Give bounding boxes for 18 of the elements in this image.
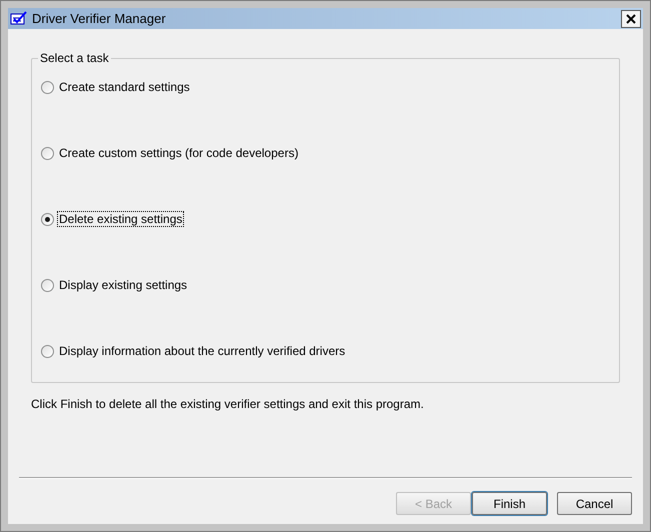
option-label[interactable]: Create custom settings (for code developers) [58, 146, 300, 160]
group-label: Select a task [38, 51, 111, 65]
window-title: Driver Verifier Manager [32, 10, 166, 28]
option-label[interactable]: Display existing settings [58, 278, 188, 292]
radio-button[interactable] [41, 146, 54, 160]
checklist-icon [10, 11, 27, 26]
dialog-button[interactable]: Cancel [557, 492, 632, 515]
dialog-button[interactable]: Finish [472, 492, 547, 515]
radio-button[interactable] [41, 212, 54, 226]
radio-button[interactable] [41, 344, 54, 358]
status-text: Click Finish to delete all the existing verifier settings and exit this program. [31, 396, 425, 413]
radio-button[interactable] [41, 80, 54, 94]
option-label[interactable]: Display information about the currently verified drivers [58, 344, 346, 358]
radio-button[interactable] [41, 278, 54, 292]
option-label[interactable]: Create standard settings [58, 80, 191, 94]
close-icon [626, 14, 636, 24]
option-label[interactable]: Delete existing settings [58, 212, 184, 226]
close-button[interactable] [621, 10, 641, 28]
